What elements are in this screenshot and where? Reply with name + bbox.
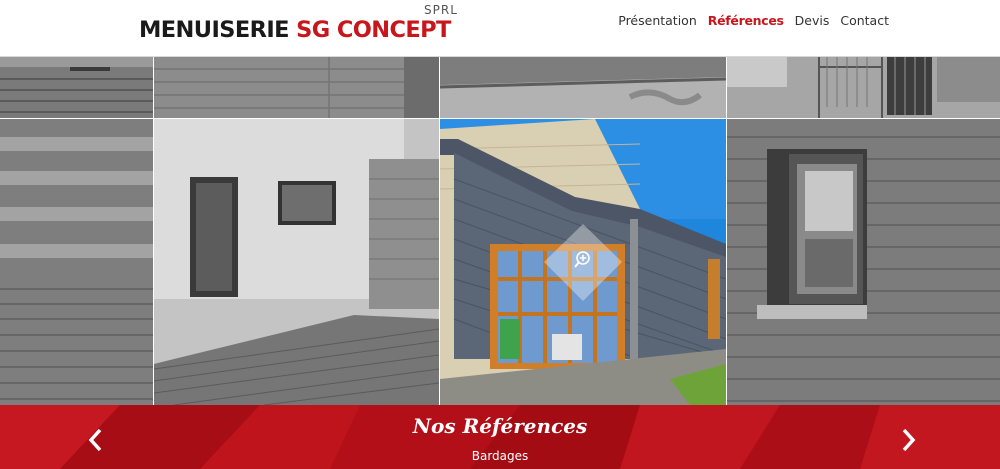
banner-title: Nos Références: [412, 414, 588, 438]
zoom-in-icon[interactable]: [574, 250, 594, 270]
next-arrow[interactable]: [896, 425, 920, 455]
logo-text: MENUISERIE SG CONCEPT: [139, 17, 451, 43]
logo[interactable]: MENUISERIE SG CONCEPT SPRL: [139, 3, 474, 44]
nav-item-devis[interactable]: Devis: [795, 13, 830, 28]
chevron-right-icon: [902, 428, 916, 452]
references-banner: Nos Références Bardages: [0, 405, 1000, 469]
logo-text-menuiserie: MENUISERIE: [139, 17, 289, 43]
nav-item-presentation[interactable]: Présentation: [618, 13, 697, 28]
gallery-tile[interactable]: [154, 119, 439, 405]
nav-item-references[interactable]: Références: [708, 13, 784, 28]
gallery-tile[interactable]: [440, 57, 726, 118]
logo-suffix: SPRL: [424, 3, 458, 17]
logo-text-sg-concept: SG CONCEPT: [296, 17, 451, 43]
site-header: MENUISERIE SG CONCEPT SPRL Présentation …: [0, 0, 1000, 57]
gallery-tile[interactable]: [0, 119, 153, 405]
gallery-tile[interactable]: [0, 57, 153, 118]
nav-item-contact[interactable]: Contact: [840, 13, 889, 28]
banner-subtitle: Bardages: [471, 449, 529, 463]
references-gallery: [0, 57, 1000, 405]
main-nav: Présentation Références Devis Contact: [618, 13, 889, 28]
gallery-tile[interactable]: [727, 119, 1000, 405]
gallery-tile[interactable]: [727, 57, 1000, 118]
gallery-tile[interactable]: [154, 57, 439, 118]
